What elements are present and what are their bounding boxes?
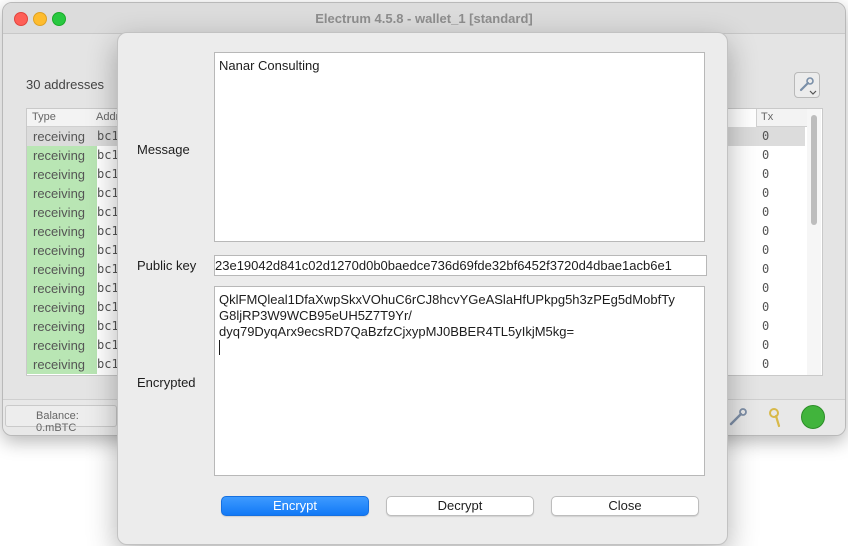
address-type-cell: receiving [27, 355, 97, 374]
address-type-cell: receiving [27, 317, 97, 336]
preferences-icon[interactable] [727, 406, 749, 428]
balance-label: Balance: 0.mBTC [36, 410, 79, 434]
address-cell: bc1 [97, 186, 119, 200]
address-cell: bc1 [97, 205, 119, 219]
text-cursor [219, 340, 220, 355]
address-cell: bc1 [97, 357, 119, 371]
tx-count-cell: 0 [762, 300, 770, 314]
tx-count-cell: 0 [762, 338, 770, 352]
address-cell: bc1 [97, 281, 119, 295]
address-cell: bc1 [97, 338, 119, 352]
address-count: 30 addresses [26, 77, 105, 92]
encrypted-line: G8ljRP3W9WCB95eUH5Z7T9Yr/ [219, 308, 412, 323]
encrypt-decrypt-dialog: Message Nanar Consulting Public key 23e1… [117, 32, 728, 545]
decrypt-button[interactable]: Decrypt [386, 496, 534, 516]
address-type-cell: receiving [27, 298, 97, 317]
window-title: Electrum 4.5.8 - wallet_1 [standard] [315, 11, 533, 26]
address-type-cell: receiving [27, 184, 97, 203]
balance-box: Balance: 0.mBTC [5, 405, 117, 434]
encrypt-button[interactable]: Encrypt [221, 496, 369, 516]
address-cell: bc1 [97, 167, 119, 181]
column-header-tx[interactable]: Tx [756, 109, 809, 127]
address-type-cell: receiving [27, 222, 97, 241]
public-key-field[interactable]: 23e19042d841c02d1270d0b0baedce736d69fde3… [214, 255, 707, 276]
seed-icon[interactable] [765, 406, 787, 428]
tx-count-cell: 0 [762, 205, 770, 219]
network-status-icon[interactable] [801, 405, 825, 429]
encrypted-line: dyq79DyqArx9ecsRD7QaBzfzCjxypMJ0BBER4TL5… [219, 324, 575, 339]
address-cell: bc1 [97, 300, 119, 314]
tools-button[interactable] [794, 72, 820, 98]
tx-count-cell: 0 [762, 281, 770, 295]
address-cell: bc1 [97, 148, 119, 162]
tx-count-cell: 0 [762, 357, 770, 371]
tx-count-cell: 0 [762, 224, 770, 238]
message-textarea[interactable]: Nanar Consulting [214, 52, 705, 242]
address-type-cell: receiving [27, 165, 97, 184]
address-cell: bc1 [97, 319, 119, 333]
tx-count-cell: 0 [762, 129, 770, 143]
public-key-label: Public key [137, 258, 197, 273]
title-bar: Electrum 4.5.8 - wallet_1 [standard] [3, 3, 845, 34]
address-type-cell: receiving [27, 279, 97, 298]
tx-count-cell: 0 [762, 186, 770, 200]
message-label: Message [137, 142, 190, 157]
encrypted-line: QklFMQleal1DfaXwpSkxVOhuC6rCJ8hcvYGeASla… [219, 292, 675, 307]
tx-count-cell: 0 [762, 319, 770, 333]
tx-count-cell: 0 [762, 167, 770, 181]
address-type-cell: receiving [27, 146, 97, 165]
address-type-cell: receiving [27, 336, 97, 355]
table-scrollbar[interactable] [807, 109, 821, 375]
address-cell: bc1 [97, 224, 119, 238]
address-type-cell: receiving [27, 127, 97, 146]
tx-count-cell: 0 [762, 148, 770, 162]
scrollbar-thumb[interactable] [811, 115, 817, 225]
encrypted-label: Encrypted [137, 375, 196, 390]
tools-icon [799, 77, 817, 95]
close-button[interactable]: Close [551, 496, 699, 516]
address-type-cell: receiving [27, 241, 97, 260]
address-type-cell: receiving [27, 260, 97, 279]
address-type-cell: receiving [27, 203, 97, 222]
tx-count-cell: 0 [762, 243, 770, 257]
address-cell: bc1 [97, 262, 119, 276]
address-cell: bc1 [97, 129, 119, 143]
column-header-type[interactable]: Type [27, 109, 97, 127]
encrypted-textarea[interactable]: QklFMQleal1DfaXwpSkxVOhuC6rCJ8hcvYGeASla… [214, 286, 705, 476]
tx-count-cell: 0 [762, 262, 770, 276]
address-cell: bc1 [97, 243, 119, 257]
